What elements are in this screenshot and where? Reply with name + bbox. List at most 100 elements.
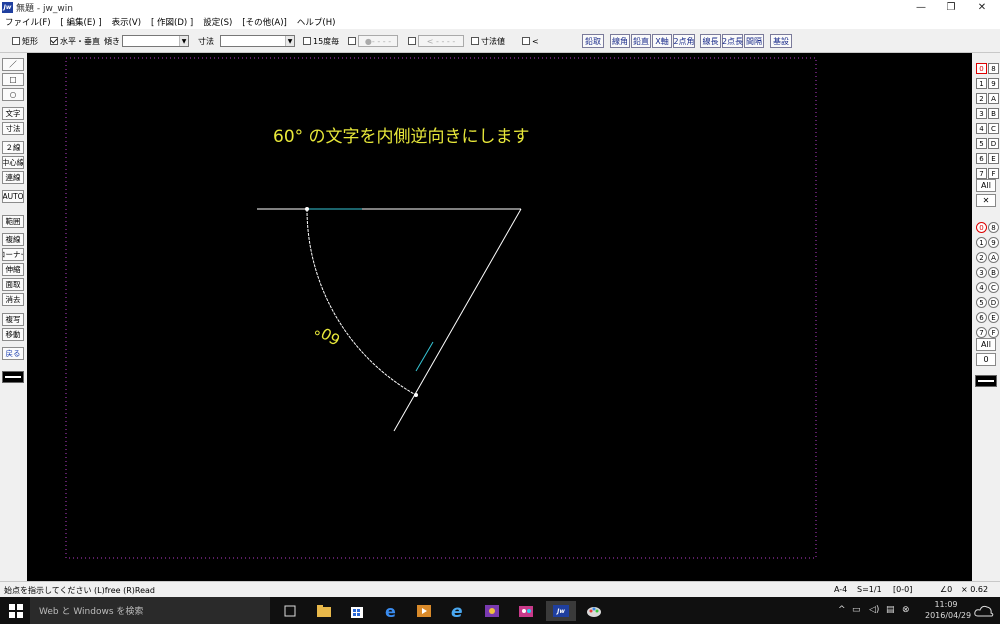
layer-group2-7[interactable]: 7 — [976, 327, 987, 338]
tool-button-7[interactable]: 2点長 — [722, 34, 743, 48]
notification-icon[interactable]: ▤ — [886, 605, 895, 615]
tool-button-1[interactable]: 鉛取 — [582, 34, 604, 48]
chamfer-tool-button[interactable]: 面取 — [2, 278, 24, 291]
offset-tool-button[interactable]: 複線 — [2, 233, 24, 246]
jw-cad-icon[interactable]: Jw — [546, 601, 576, 621]
layer-group-4[interactable]: 4 — [976, 123, 987, 134]
layer-group2-5[interactable]: 5 — [976, 297, 987, 308]
cloud-icon[interactable] — [974, 601, 994, 621]
angle-indicator[interactable]: ∠0 — [940, 585, 952, 594]
layer2-4[interactable]: C — [988, 282, 999, 293]
center-line-tool-button[interactable]: 中心線 — [2, 156, 24, 169]
layer2-6[interactable]: E — [988, 312, 999, 323]
line-tool-button[interactable]: ／ — [2, 58, 24, 71]
undo-button[interactable]: 戻る — [2, 347, 24, 360]
stretch-tool-button[interactable]: 伸縮 — [2, 263, 24, 276]
auto-tool-button[interactable]: AUTO — [2, 190, 24, 203]
search-input[interactable]: Web と Windows を検索 — [30, 597, 270, 624]
layer-3[interactable]: B — [988, 108, 999, 119]
layer-indicator[interactable]: [0-0] — [893, 585, 912, 594]
continuous-line-tool-button[interactable]: 連線 — [2, 171, 24, 184]
tool-button-8[interactable]: 間隔 — [744, 34, 764, 48]
network-icon[interactable]: ▭ — [852, 605, 861, 615]
tool-button-3[interactable]: 鉛直 — [631, 34, 651, 48]
layer-6[interactable]: E — [988, 153, 999, 164]
layer-zero-button[interactable]: 0 — [976, 353, 996, 366]
line-style-indicator[interactable] — [2, 371, 24, 383]
lt-option[interactable]: < — [522, 35, 539, 47]
drawing-canvas[interactable]: 60° の文字を内側逆向きにします 60° — [27, 53, 972, 581]
hv-checkbox[interactable] — [50, 37, 58, 45]
layer-all2-button[interactable]: All — [976, 338, 996, 351]
minimize-button[interactable]: — — [906, 0, 936, 14]
zoom-indicator[interactable]: × 0.62 — [961, 585, 988, 594]
layer-group2-3[interactable]: 3 — [976, 267, 987, 278]
corner-tool-button[interactable]: コーナー — [2, 248, 24, 261]
deg15-checkbox[interactable] — [303, 37, 311, 45]
media-icon[interactable] — [414, 601, 434, 621]
tool-button-5[interactable]: 2点角 — [673, 34, 695, 48]
tray-expand-icon[interactable]: ^ — [838, 605, 846, 615]
layer-group-5[interactable]: 5 — [976, 138, 987, 149]
layer-group2-0[interactable]: 0 — [976, 222, 987, 233]
layer-group2-1[interactable]: 1 — [976, 237, 987, 248]
tool-button-2[interactable]: 線角 — [610, 34, 630, 48]
menu-other[interactable]: [その他(A)] — [237, 16, 292, 28]
lt-checkbox[interactable] — [522, 37, 530, 45]
ie-icon[interactable]: e — [448, 601, 468, 621]
dimension-tool-button[interactable]: 寸法 — [2, 122, 24, 135]
layer-all-button[interactable]: All — [976, 179, 996, 192]
line-color-indicator[interactable] — [975, 375, 997, 387]
layer2-7[interactable]: F — [988, 327, 999, 338]
layer-group2-2[interactable]: 2 — [976, 252, 987, 263]
menu-file[interactable]: ファイル(F) — [0, 16, 56, 28]
dim-combo[interactable]: ▼ — [220, 35, 295, 47]
hv-option[interactable]: 水平・垂直 — [50, 35, 100, 47]
task-view-icon[interactable] — [280, 601, 300, 621]
close-circle-icon[interactable]: ⊗ — [902, 605, 910, 615]
dim-value-option[interactable]: 寸法値 — [471, 35, 505, 47]
layer-5[interactable]: D — [988, 138, 999, 149]
rect-option[interactable]: 矩形 — [12, 35, 38, 47]
maximize-button[interactable]: ❐ — [936, 0, 966, 14]
range-tool-button[interactable]: 範囲 — [2, 215, 24, 228]
layer2-3[interactable]: B — [988, 267, 999, 278]
text-tool-button[interactable]: 文字 — [2, 107, 24, 120]
layer-group-6[interactable]: 6 — [976, 153, 987, 164]
close-button[interactable]: ✕ — [967, 0, 997, 14]
menu-edit[interactable]: [ 編集(E) ] — [56, 16, 107, 28]
layer-group-1[interactable]: 1 — [976, 78, 987, 89]
copy-tool-button[interactable]: 複写 — [2, 313, 24, 326]
layer-group2-6[interactable]: 6 — [976, 312, 987, 323]
layer-4[interactable]: C — [988, 123, 999, 134]
layer-7[interactable]: F — [988, 168, 999, 179]
start-icon[interactable] — [6, 601, 26, 621]
layer-group2-4[interactable]: 4 — [976, 282, 987, 293]
layer-group-3[interactable]: 3 — [976, 108, 987, 119]
dim-value-checkbox[interactable] — [471, 37, 479, 45]
layer2-1[interactable]: 9 — [988, 237, 999, 248]
tool-button-6[interactable]: 線長 — [700, 34, 721, 48]
move-tool-button[interactable]: 移動 — [2, 328, 24, 341]
menu-help[interactable]: ヘルプ(H) — [292, 16, 341, 28]
tilt-combo[interactable]: ▼ — [122, 35, 189, 47]
store-icon[interactable] — [347, 601, 367, 621]
scale-indicator[interactable]: S=1/1 — [857, 585, 882, 594]
rect-checkbox[interactable] — [12, 37, 20, 45]
layer-clear-button[interactable]: ✕ — [976, 194, 996, 207]
layer-group-7[interactable]: 7 — [976, 168, 987, 179]
arrow-option-checkbox[interactable] — [408, 37, 416, 45]
volume-icon[interactable]: ◁) — [869, 605, 879, 615]
erase-tool-button[interactable]: 消去 — [2, 293, 24, 306]
edge-icon[interactable]: e — [381, 601, 401, 621]
circle-option-checkbox[interactable] — [348, 37, 356, 45]
file-explorer-icon[interactable] — [314, 601, 334, 621]
menu-draw[interactable]: [ 作図(D) ] — [146, 16, 198, 28]
menu-settings[interactable]: 設定(S) — [198, 16, 237, 28]
layer-0[interactable]: 8 — [988, 63, 999, 74]
tool-button-9[interactable]: 基設 — [770, 34, 792, 48]
layer2-5[interactable]: D — [988, 297, 999, 308]
game-icon[interactable] — [516, 601, 536, 621]
circle-tool-button[interactable]: ○ — [2, 88, 24, 101]
rectangle-tool-button[interactable]: □ — [2, 73, 24, 86]
